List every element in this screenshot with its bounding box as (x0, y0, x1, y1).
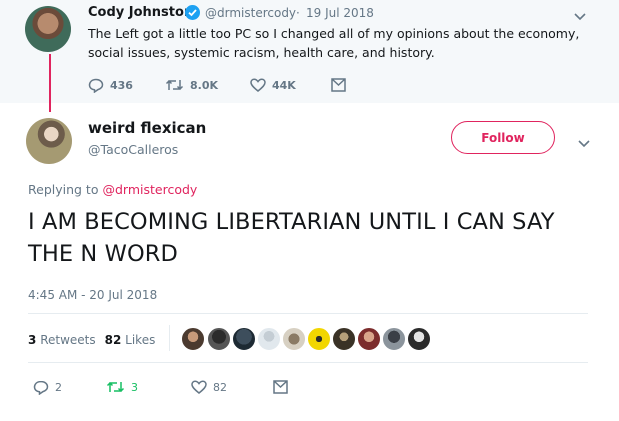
parent-tweet-text: The Left got a little too PC so I change… (88, 26, 580, 60)
reply-button[interactable]: 2 (33, 380, 62, 395)
tweet-timestamp[interactable]: 4:45 AM - 20 Jul 2018 (28, 288, 157, 302)
retweets-stat-count: 3 (28, 333, 37, 347)
replying-to-label: Replying to (28, 182, 99, 197)
avatar[interactable] (25, 6, 71, 52)
reply-count: 436 (110, 79, 133, 92)
dm-button[interactable] (331, 78, 346, 92)
dm-icon (273, 380, 288, 394)
tweet-text: I AM BECOMING LIBERTARIAN UNTIL I CAN SA… (28, 209, 555, 267)
like-button[interactable]: 44K (250, 78, 296, 92)
like-icon (191, 380, 207, 394)
like-count: 82 (213, 380, 227, 394)
like-button[interactable]: 82 (191, 380, 227, 394)
liker-avatar[interactable] (382, 327, 406, 351)
verified-icon (185, 5, 200, 20)
liker-avatar[interactable] (181, 327, 205, 351)
likes-stat-label: Likes (125, 333, 156, 347)
likes-stat[interactable]: 82 Likes (105, 333, 156, 347)
liker-avatar[interactable] (332, 327, 356, 351)
retweet-count: 3 (131, 380, 138, 394)
liker-avatar[interactable] (282, 327, 306, 351)
parent-tweet[interactable]: Cody Johnston @drmistercody · 19 Jul 201… (0, 0, 619, 103)
engagement-stats: 3 Retweets 82 Likes (28, 333, 155, 347)
avatar[interactable] (26, 118, 72, 164)
retweet-icon (106, 381, 125, 393)
liker-avatar[interactable] (357, 327, 381, 351)
retweets-stat[interactable]: 3 Retweets (28, 333, 96, 347)
reply-mention-link[interactable]: @drmistercody (102, 182, 197, 197)
reply-count: 2 (55, 381, 62, 394)
chevron-down-icon[interactable] (578, 133, 590, 152)
retweets-stat-label: Retweets (40, 333, 96, 347)
author-handle[interactable]: @TacoCalleros (88, 142, 178, 157)
liker-avatar[interactable] (257, 327, 281, 351)
divider (28, 362, 588, 363)
retweet-icon (165, 79, 184, 91)
retweet-button[interactable]: 3 (106, 380, 138, 394)
reply-icon (33, 380, 49, 395)
separator-dot: · (296, 6, 300, 20)
parent-date[interactable]: 19 Jul 2018 (306, 6, 374, 20)
thread-connector (49, 54, 51, 112)
like-count: 44K (272, 78, 296, 92)
likes-stat-count: 82 (104, 333, 122, 347)
dm-button[interactable] (273, 380, 288, 394)
parent-author-handle[interactable]: @drmistercody (205, 6, 296, 20)
liker-avatar[interactable] (407, 327, 431, 351)
retweet-button[interactable]: 8.0K (165, 78, 218, 92)
liker-avatar[interactable] (207, 327, 231, 351)
dm-icon (331, 78, 346, 92)
author-name[interactable]: weird flexican (88, 119, 206, 137)
parent-author-name[interactable]: Cody Johnston (88, 5, 193, 20)
stats-separator (169, 325, 170, 351)
reply-button[interactable]: 436 (88, 78, 133, 93)
follow-button[interactable]: Follow (451, 121, 555, 154)
chevron-down-icon[interactable] (574, 6, 586, 25)
reply-icon (88, 78, 104, 93)
liker-avatar[interactable] (307, 327, 331, 351)
liker-avatar[interactable] (232, 327, 256, 351)
retweet-count: 8.0K (190, 78, 219, 92)
like-icon (250, 78, 266, 92)
replying-to: Replying to @drmistercody (28, 182, 197, 197)
divider (28, 313, 588, 314)
